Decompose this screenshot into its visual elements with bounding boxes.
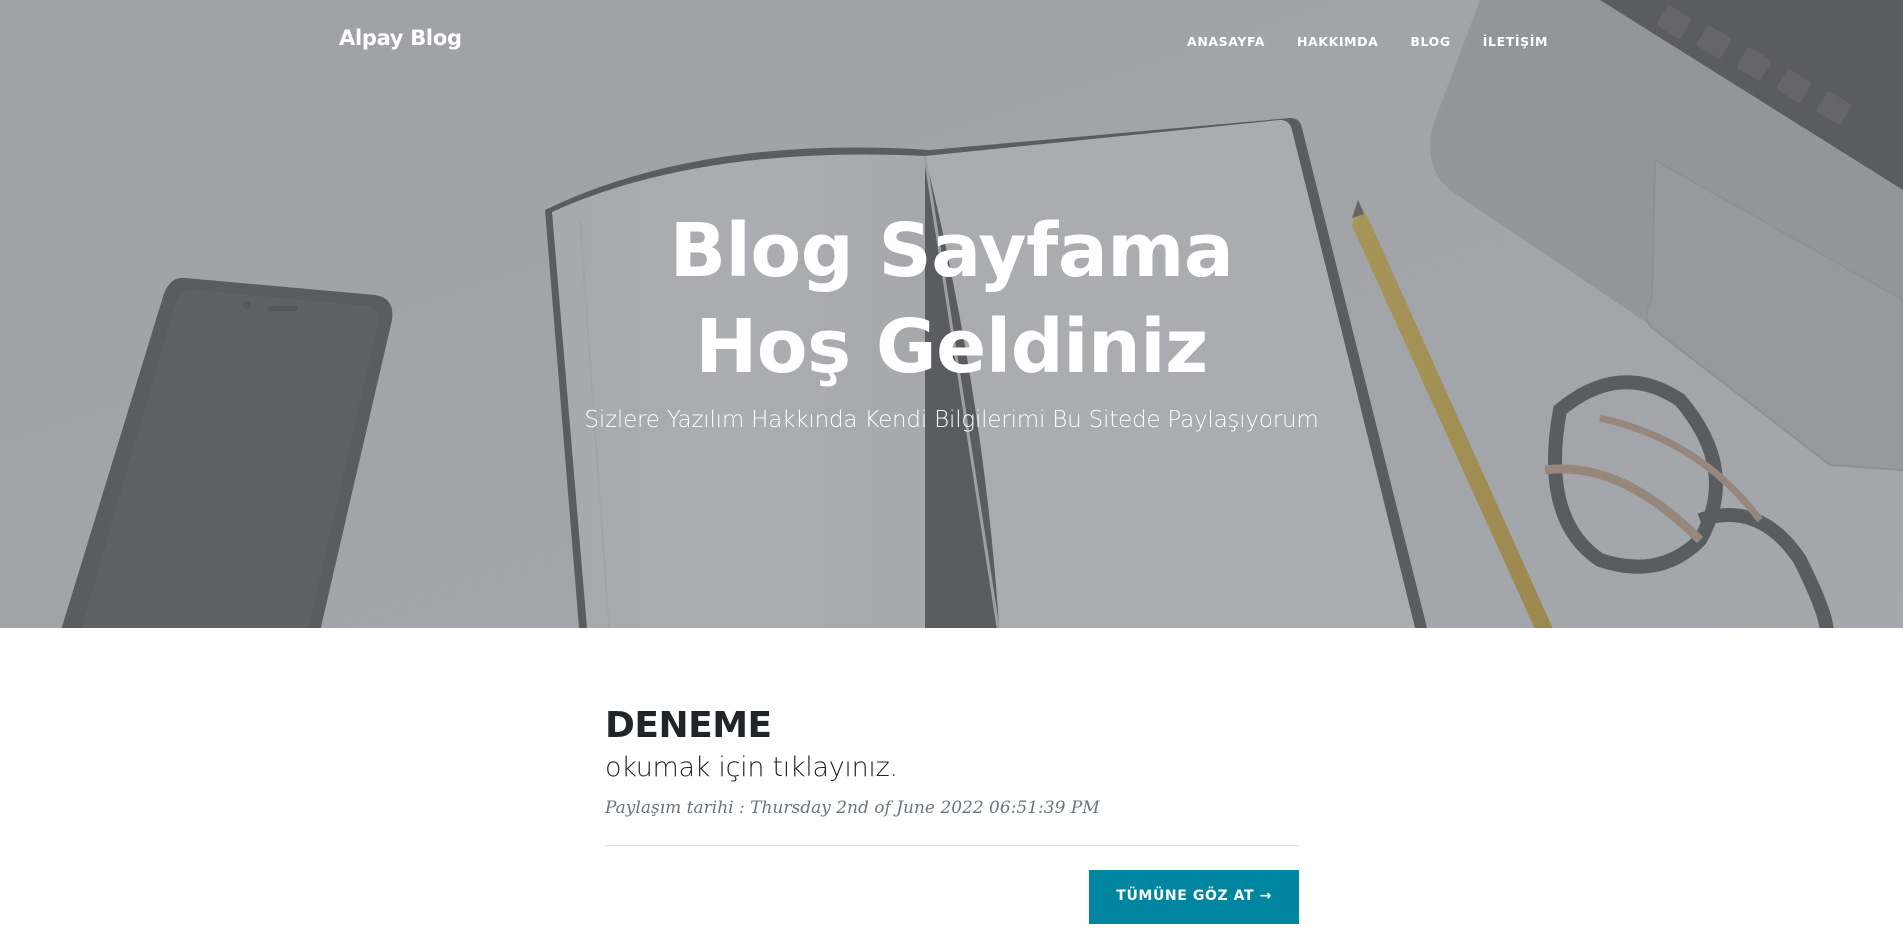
hero-header: Alpay Blog ANASAYFA HAKKIMDA BLOG İLETİŞ… — [0, 0, 1903, 628]
brand-logo-link[interactable]: Alpay Blog — [339, 26, 462, 50]
post-link[interactable]: DENEME okumak için tıklayınız. — [605, 704, 1299, 786]
post-title: DENEME — [605, 705, 772, 746]
view-all-posts-button[interactable]: TÜMÜNE GÖZ AT → — [1089, 870, 1299, 924]
hero-title-line-2: Hoş Geldiniz — [695, 304, 1208, 390]
hero-title: Blog Sayfama Hoş Geldiniz — [602, 203, 1302, 395]
divider — [605, 845, 1299, 846]
nav-menu: ANASAYFA HAKKIMDA BLOG İLETİŞİM — [1155, 31, 1548, 50]
nav-item-blog: BLOG — [1410, 31, 1450, 50]
nav-item-hakkimda: HAKKIMDA — [1297, 31, 1378, 50]
pager: TÜMÜNE GÖZ AT → — [605, 870, 1299, 924]
hero-title-line-1: Blog Sayfama — [669, 208, 1234, 294]
post-preview: DENEME okumak için tıklayınız. Paylaşım … — [605, 704, 1299, 820]
nav-item-anasayfa: ANASAYFA — [1187, 31, 1265, 50]
hero-heading: Blog Sayfama Hoş Geldiniz Sizlere Yazılı… — [0, 203, 1903, 435]
hero-subtitle: Sizlere Yazılım Hakkında Kendi Bilgileri… — [584, 407, 1319, 433]
post-meta: Paylaşım tarihi : Thursday 2nd of June 2… — [605, 798, 1100, 818]
nav-link-blog[interactable]: BLOG — [1410, 34, 1450, 49]
nav-link-iletisim[interactable]: İLETİŞİM — [1483, 34, 1548, 49]
nav-link-hakkimda[interactable]: HAKKIMDA — [1297, 34, 1378, 49]
nav-link-anasayfa[interactable]: ANASAYFA — [1187, 34, 1265, 49]
post-subtitle: okumak için tıklayınız. — [605, 752, 898, 783]
main-navbar: Alpay Blog ANASAYFA HAKKIMDA BLOG İLETİŞ… — [0, 0, 1903, 80]
nav-item-iletisim: İLETİŞİM — [1483, 31, 1548, 50]
post-list: DENEME okumak için tıklayınız. Paylaşım … — [605, 628, 1299, 924]
